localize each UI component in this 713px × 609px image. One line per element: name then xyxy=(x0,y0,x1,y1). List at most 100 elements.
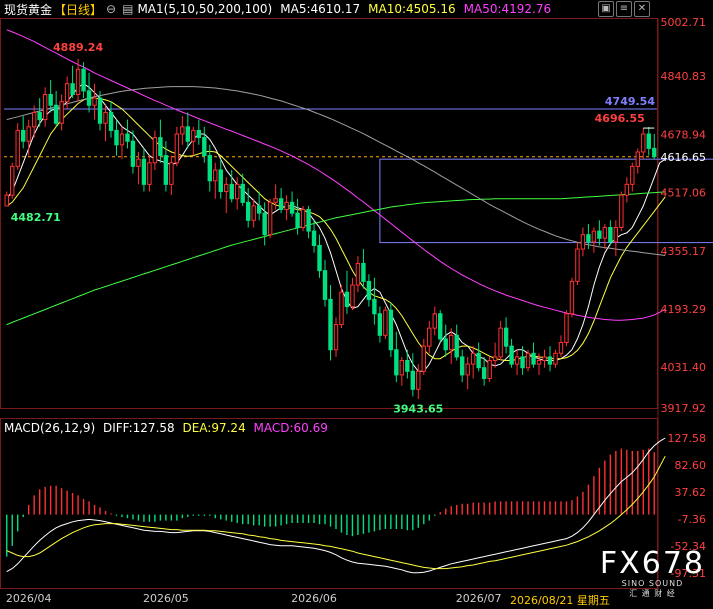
candle xyxy=(459,349,465,383)
candle xyxy=(421,338,426,375)
candle xyxy=(70,65,75,99)
ma10-value: MA10:4505.16 xyxy=(368,2,456,16)
candle xyxy=(613,220,619,257)
close-icon[interactable]: ✕ xyxy=(634,1,650,17)
candle xyxy=(591,227,597,253)
candle xyxy=(427,320,432,354)
candle xyxy=(103,105,108,142)
candle-body xyxy=(224,183,229,193)
candle-body xyxy=(449,334,454,351)
candle xyxy=(619,191,624,232)
candle xyxy=(624,177,630,203)
candle-body xyxy=(70,83,75,95)
candle-body xyxy=(267,201,273,236)
candle xyxy=(344,270,350,314)
candle-body xyxy=(641,133,646,153)
candle-body xyxy=(602,226,608,239)
candle xyxy=(224,177,229,214)
candle xyxy=(405,349,410,379)
candle xyxy=(630,162,635,192)
candle xyxy=(229,169,234,203)
candle-body xyxy=(53,104,59,124)
candle-body xyxy=(31,111,37,128)
candle-body xyxy=(81,68,86,92)
chart[interactable]: 4889.244482.713943.654696.554749.54 5002… xyxy=(0,0,713,609)
candle-body xyxy=(438,313,443,340)
candle xyxy=(92,83,97,120)
price-annotation: 4696.55 xyxy=(595,112,645,125)
candle-body xyxy=(553,352,558,365)
candle xyxy=(180,116,185,145)
candle xyxy=(4,191,9,207)
candle-body xyxy=(163,155,169,185)
candle-body xyxy=(328,298,333,351)
candle-body xyxy=(141,158,147,185)
candle xyxy=(10,162,15,199)
candle xyxy=(635,148,640,174)
candle-body xyxy=(564,313,569,344)
candle-body xyxy=(410,370,416,390)
candle-body xyxy=(136,158,141,167)
candle xyxy=(37,98,42,127)
candle xyxy=(42,87,48,127)
price-tick-label: 4678.94 xyxy=(661,128,707,141)
candle-body xyxy=(536,360,542,365)
candle xyxy=(564,310,569,347)
candle-body xyxy=(251,205,256,221)
watermark-logo: FX678 SINO SOUND 汇 通 财 经 xyxy=(600,549,705,599)
candle-body xyxy=(454,334,459,358)
instrument-title: 现货黄金 xyxy=(4,2,53,17)
candle xyxy=(608,220,613,246)
candle-body xyxy=(427,327,432,347)
candle xyxy=(300,205,306,232)
price-tick-label: 4616.65 xyxy=(661,151,707,164)
candle xyxy=(191,126,196,156)
candle-body xyxy=(481,367,487,379)
candle-body xyxy=(575,248,580,282)
candle-body xyxy=(119,133,125,146)
candle-body xyxy=(542,356,547,362)
candle-body xyxy=(59,101,64,124)
candle xyxy=(262,202,267,246)
candle xyxy=(575,241,580,286)
candle xyxy=(652,134,657,160)
candle xyxy=(125,119,130,149)
candle xyxy=(394,331,399,383)
settings-icon[interactable]: ⊖ xyxy=(106,2,116,16)
candle xyxy=(542,349,547,368)
candle-body xyxy=(520,356,525,369)
indicator-icon[interactable]: ≡ xyxy=(616,1,632,17)
candle-body xyxy=(443,338,448,351)
candle-body xyxy=(240,183,245,203)
candle-body xyxy=(300,209,306,228)
candle xyxy=(377,306,383,343)
candle-body xyxy=(547,356,553,365)
candle xyxy=(306,205,311,239)
candle-body xyxy=(130,140,136,167)
candle xyxy=(86,72,92,113)
macd-label: MACD(26,12,9) xyxy=(4,421,95,435)
price-tick-label: 4517.06 xyxy=(661,187,707,200)
candle-body xyxy=(355,262,361,286)
candle xyxy=(147,155,152,192)
period-selector[interactable]: 【日线】 xyxy=(54,1,102,18)
candle xyxy=(114,119,119,156)
candle xyxy=(580,227,586,257)
candle-body xyxy=(630,165,635,185)
candle-body xyxy=(262,212,267,236)
candle-body xyxy=(185,126,191,142)
date-tick-label: 2026/04 xyxy=(6,592,52,605)
candle xyxy=(284,195,289,221)
candle xyxy=(322,259,328,307)
candle-body xyxy=(295,212,300,228)
candle xyxy=(328,285,333,361)
candle xyxy=(481,356,487,386)
candle xyxy=(130,130,136,174)
candle-body xyxy=(498,327,503,358)
candle xyxy=(317,234,322,278)
chart-type-icon[interactable]: ▤ xyxy=(122,2,133,16)
candle-body xyxy=(558,342,564,354)
save-icon[interactable]: ▣ xyxy=(598,1,614,17)
candle xyxy=(641,127,646,160)
price-annotation: 3943.65 xyxy=(393,403,443,416)
